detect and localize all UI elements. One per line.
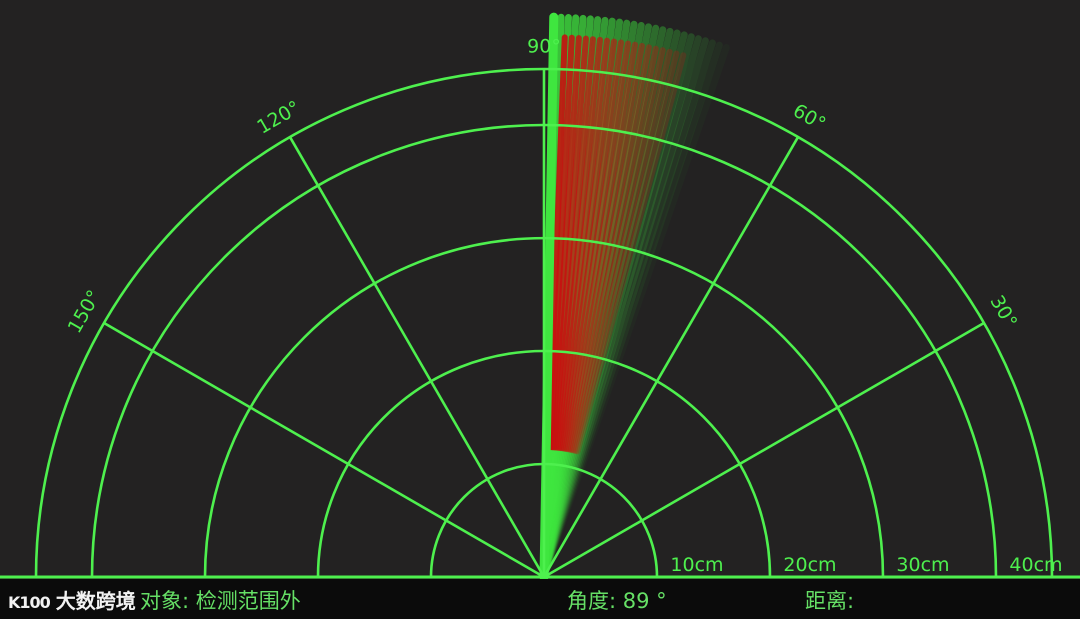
angle-label: 30° (985, 292, 1021, 332)
angle-status: 角度: 89 ° (567, 589, 667, 613)
distance-label: 10cm (670, 554, 723, 576)
radar-grid (0, 67, 1080, 579)
radar-display: 30°60°90°120°150°10cm 20cm 30cm 40cm (0, 12, 1080, 579)
distance-label: 20cm (783, 554, 836, 576)
angle-label: 90° (527, 36, 561, 58)
watermark-text: 大数跨境 (55, 589, 136, 613)
status-bar: K100 大数跨境 对象: 检测范围外 角度: 89 ° 距离: (0, 579, 1080, 619)
distance-status: 距离: (805, 589, 855, 613)
watermark: K100 大数跨境 (8, 585, 136, 614)
watermark-logo: K100 (8, 593, 51, 612)
distance-label: 30cm (896, 554, 949, 576)
object-status: 对象: 检测范围外 (140, 589, 301, 613)
angle-label: 60° (789, 100, 829, 136)
radar-app: 30° 60° 90° 120° 150° 10cm 20cm 30cm 40cm K100 大数… (0, 0, 1080, 619)
distance-label: 40cm (1009, 554, 1062, 576)
